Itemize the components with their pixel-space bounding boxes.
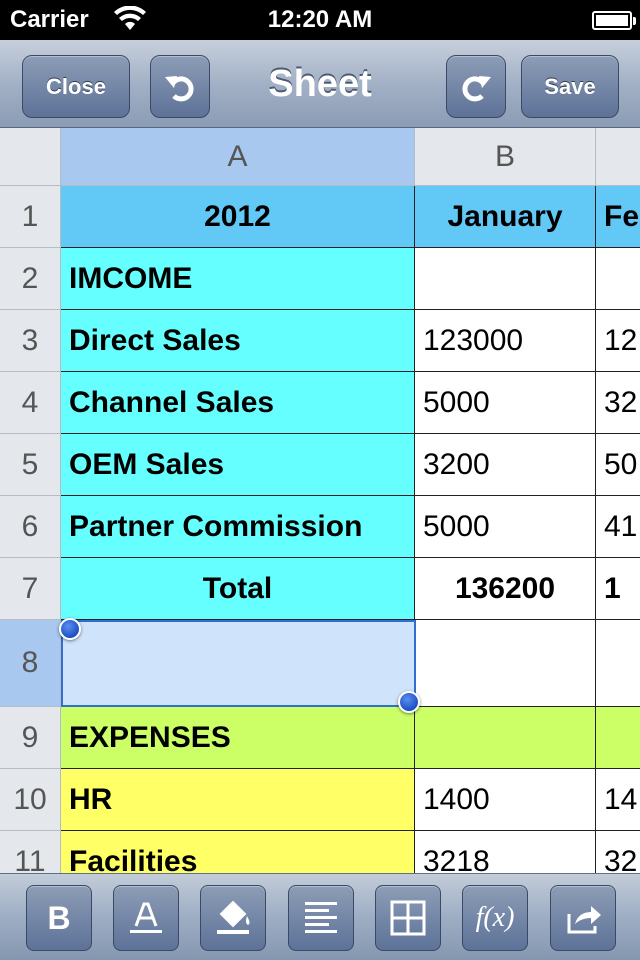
save-button[interactable]: Save [521,55,619,118]
cell-b3[interactable]: 123000 [415,310,596,372]
spreadsheet-grid[interactable]: A B 1 2012 January Fe 2 IMCOME 3 Direct … [0,128,640,873]
row-header[interactable]: 3 [0,310,61,372]
cell-b2[interactable] [415,248,596,310]
cell-c11[interactable]: 32 [596,831,640,873]
text-color-button[interactable] [113,885,179,951]
bold-icon: B [47,899,71,936]
fill-color-icon [217,900,250,934]
cell-b7[interactable]: 136200 [415,558,596,620]
align-icon [305,902,337,933]
row-header[interactable]: 5 [0,434,61,496]
cell-b1[interactable]: January [415,186,596,248]
cell-c7[interactable]: 1 [596,558,640,620]
row-header[interactable]: 4 [0,372,61,434]
cell-a3[interactable]: Direct Sales [61,310,415,372]
selection-handle-start[interactable] [59,618,81,640]
format-toolbar: B f(x) [0,873,640,960]
fill-color-button[interactable] [200,885,266,951]
column-header-c[interactable] [596,128,640,186]
nav-bar: Sheet Close Save [0,40,640,128]
row-header[interactable]: 8 [0,620,61,707]
redo-icon [462,75,491,101]
cell-b4[interactable]: 5000 [415,372,596,434]
battery-icon [592,11,636,30]
cell-b11[interactable]: 3218 [415,831,596,873]
cell-b10[interactable]: 1400 [415,769,596,831]
row-header[interactable]: 1 [0,186,61,248]
cell-b8[interactable] [417,620,596,707]
cell-b5[interactable]: 3200 [415,434,596,496]
share-button[interactable] [550,885,616,951]
close-button[interactable]: Close [22,55,130,118]
cell-c4[interactable]: 32 [596,372,640,434]
function-icon: f(x) [475,902,515,933]
cell-c10[interactable]: 14 [596,769,640,831]
redo-button[interactable] [446,55,506,118]
borders-button[interactable] [375,885,441,951]
cell-a2[interactable]: IMCOME [61,248,415,310]
row-header[interactable]: 7 [0,558,61,620]
borders-icon [390,900,426,936]
cell-a1[interactable]: 2012 [61,186,415,248]
column-header-a[interactable]: A [61,128,415,186]
selection-handle-end[interactable] [398,691,420,713]
cell-c2[interactable] [596,248,640,310]
cell-a5[interactable]: OEM Sales [61,434,415,496]
row-header[interactable]: 9 [0,707,61,769]
cell-b6[interactable]: 5000 [415,496,596,558]
cell-a8-selected[interactable] [61,620,416,707]
share-icon [567,906,601,934]
cell-c8[interactable] [596,620,640,707]
cell-a4[interactable]: Channel Sales [61,372,415,434]
cell-b9[interactable] [415,707,596,769]
status-bar: Carrier 12:20 AM [0,0,640,40]
row-header[interactable]: 2 [0,248,61,310]
cell-c3[interactable]: 12 [596,310,640,372]
cell-a6[interactable]: Partner Commission [61,496,415,558]
align-button[interactable] [288,885,354,951]
column-header-b[interactable]: B [415,128,596,186]
clock: 12:20 AM [267,6,373,33]
cell-c9[interactable] [596,707,640,769]
cell-a7[interactable]: Total [61,558,415,620]
select-all-corner[interactable] [0,128,61,186]
cell-c6[interactable]: 41 [596,496,640,558]
cell-a10[interactable]: HR [61,769,415,831]
row-header[interactable]: 6 [0,496,61,558]
bold-button[interactable]: B [26,885,92,951]
cell-c5[interactable]: 50 [596,434,640,496]
cell-a11[interactable]: Facilities [61,831,415,873]
row-header[interactable]: 10 [0,769,61,831]
cell-a9[interactable]: EXPENSES [61,707,415,769]
cell-c1[interactable]: Fe [596,186,640,248]
row-header[interactable]: 11 [0,831,61,873]
undo-icon [165,75,194,101]
text-color-icon [130,902,162,933]
undo-button[interactable] [150,55,210,118]
function-button[interactable]: f(x) [462,885,528,951]
